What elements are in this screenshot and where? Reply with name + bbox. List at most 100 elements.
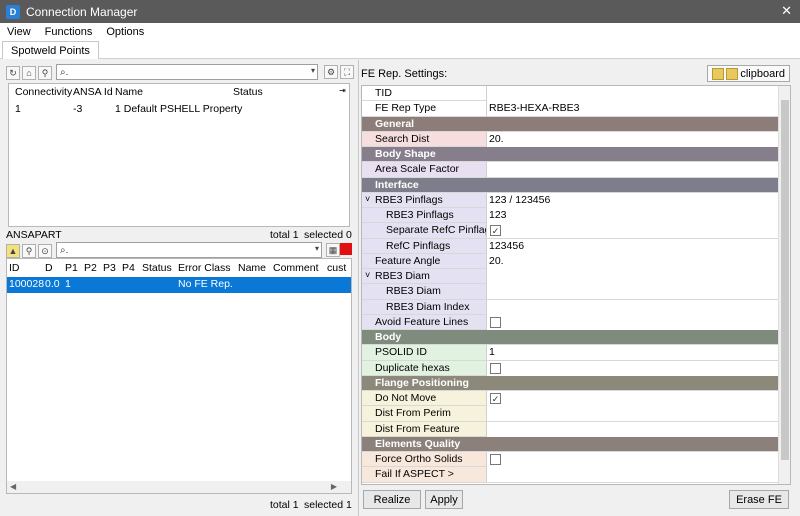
table-row[interactable]: 100028 0.0 1 No FE Rep. bbox=[7, 277, 351, 293]
setting-row[interactable]: Dist From Perim bbox=[362, 406, 790, 422]
scroll-right-icon[interactable]: ▶ bbox=[331, 482, 337, 491]
settings-icon[interactable]: ⚙ bbox=[324, 65, 338, 79]
col-p4[interactable]: P4 bbox=[122, 262, 135, 274]
setting-value[interactable]: 1 bbox=[486, 345, 778, 361]
vertical-scrollbar[interactable] bbox=[778, 86, 790, 484]
setting-label: Fail If ASPECT > bbox=[375, 468, 454, 481]
table-row[interactable]: 1 -3 1 Default PSHELL Property bbox=[9, 102, 349, 118]
find-icon[interactable]: ⊙ bbox=[38, 244, 52, 258]
setting-row[interactable]: PSOLID ID⌫1 bbox=[362, 345, 790, 361]
setting-checkbox[interactable]: ✓ bbox=[486, 223, 778, 239]
col-status[interactable]: Status bbox=[142, 262, 172, 274]
setting-checkbox[interactable] bbox=[486, 452, 778, 467]
col-status[interactable]: Status bbox=[233, 86, 263, 98]
erase-fe-button[interactable]: Erase FE bbox=[729, 490, 789, 509]
col-name[interactable]: Name bbox=[115, 86, 143, 98]
checkbox-icon[interactable] bbox=[490, 362, 501, 374]
setting-value[interactable] bbox=[486, 162, 778, 178]
setting-row[interactable]: TID bbox=[362, 86, 790, 102]
setting-value[interactable] bbox=[486, 406, 778, 422]
upper-search-input[interactable]: ⌕. ▾ bbox=[56, 64, 318, 80]
columns-icon[interactable]: ▦ bbox=[326, 243, 340, 257]
setting-value[interactable] bbox=[486, 86, 778, 101]
filter-icon[interactable]: ⛶ bbox=[340, 65, 354, 79]
realize-button[interactable]: Realize bbox=[363, 490, 421, 509]
col-p1[interactable]: P1 bbox=[65, 262, 78, 274]
upper-grid-header: Connectivity ANSA Id Name Status ⇥ bbox=[9, 85, 349, 101]
setting-row[interactable]: RBE3 Diam bbox=[362, 284, 790, 300]
stop-icon[interactable] bbox=[340, 243, 352, 255]
setting-row[interactable]: RefC Pinflags 123456 bbox=[362, 238, 790, 254]
zoom-icon[interactable]: ⚲ bbox=[22, 244, 36, 258]
setting-value[interactable] bbox=[486, 421, 778, 437]
refresh-icon[interactable]: ↻ bbox=[6, 66, 20, 80]
col-connectivity[interactable]: Connectivity bbox=[15, 86, 72, 98]
setting-value[interactable] bbox=[486, 299, 778, 315]
setting-row[interactable]: RBE3 Pinflags 123 bbox=[362, 208, 790, 224]
col-id[interactable]: ID bbox=[9, 262, 20, 274]
setting-value[interactable] bbox=[486, 269, 778, 284]
setting-row[interactable]: Dist From Feature bbox=[362, 421, 790, 437]
setting-row[interactable]: Feature Angle 20. bbox=[362, 253, 790, 269]
col-p3[interactable]: P3 bbox=[103, 262, 116, 274]
setting-checkbox[interactable] bbox=[486, 360, 778, 376]
menu-view[interactable]: View bbox=[0, 26, 38, 38]
col-p2[interactable]: P2 bbox=[84, 262, 97, 274]
checkbox-icon[interactable] bbox=[490, 316, 501, 328]
setting-row[interactable]: FE Rep Type RBE3-HEXA-RBE3 bbox=[362, 101, 790, 117]
column-menu-icon[interactable]: ⇥ bbox=[339, 86, 346, 95]
setting-row[interactable]: Force Ortho Solids bbox=[362, 452, 790, 468]
setting-value[interactable] bbox=[486, 284, 778, 300]
horizontal-scrollbar[interactable]: ◀ ▶ bbox=[7, 481, 351, 493]
setting-value[interactable] bbox=[486, 467, 778, 483]
lower-search-input[interactable]: ⌕. ▾ bbox=[56, 242, 322, 258]
setting-row[interactable]: RBE3 Diam Index bbox=[362, 299, 790, 315]
setting-value[interactable]: 123 / 123456 bbox=[486, 192, 778, 208]
menu-functions[interactable]: Functions bbox=[38, 26, 100, 38]
setting-value[interactable]: 20. bbox=[486, 253, 778, 269]
setting-row[interactable]: Area Scale Factor bbox=[362, 162, 790, 178]
setting-row[interactable]: Do Not Move ✓ bbox=[362, 391, 790, 407]
chevron-down-icon[interactable]: ˅ bbox=[365, 270, 370, 280]
setting-value[interactable]: 123456 bbox=[486, 238, 778, 254]
warning-icon[interactable]: ▲ bbox=[6, 244, 20, 258]
setting-value[interactable]: 20. bbox=[486, 131, 778, 147]
chevron-down-icon[interactable]: ˅ bbox=[365, 194, 370, 204]
close-icon[interactable]: ✕ bbox=[781, 3, 792, 19]
col-cust[interactable]: cust bbox=[327, 262, 346, 274]
lower-search-placeholder: ⌕. bbox=[60, 244, 69, 256]
menu-options[interactable]: Options bbox=[99, 26, 151, 38]
setting-row[interactable]: ˅ RBE3 Pinflags 123 / 123456 bbox=[362, 192, 790, 208]
setting-label: RefC Pinflags bbox=[386, 239, 451, 252]
tab-spotweld-points[interactable]: Spotweld Points bbox=[2, 41, 99, 59]
chevron-down-icon[interactable]: ▾ bbox=[311, 66, 315, 75]
col-error-class[interactable]: Error Class bbox=[178, 262, 231, 274]
setting-row[interactable]: Duplicate hexas bbox=[362, 360, 790, 376]
setting-checkbox[interactable] bbox=[486, 314, 778, 330]
chevron-down-icon[interactable]: ▾ bbox=[315, 244, 319, 253]
col-comment[interactable]: Comment bbox=[273, 262, 319, 274]
setting-value[interactable]: 123 bbox=[486, 208, 778, 223]
setting-row[interactable]: Search Dist 20. bbox=[362, 131, 790, 147]
setting-row[interactable]: Avoid Feature Lines bbox=[362, 314, 790, 330]
setting-row[interactable]: ˅ RBE3 Diam bbox=[362, 269, 790, 285]
scroll-thumb[interactable] bbox=[781, 100, 789, 460]
scroll-left-icon[interactable]: ◀ bbox=[10, 482, 16, 491]
setting-row[interactable]: Fail If ASPECT > bbox=[362, 467, 790, 483]
col-d[interactable]: D bbox=[45, 262, 53, 274]
section-header: Interface bbox=[362, 177, 790, 193]
clipboard-button[interactable]: clipboard bbox=[707, 65, 790, 82]
checkbox-checked-icon[interactable]: ✓ bbox=[490, 393, 501, 404]
zoom-icon[interactable]: ⚲ bbox=[38, 66, 52, 80]
home-icon[interactable]: ⌂ bbox=[22, 66, 36, 80]
col-ansa-id[interactable]: ANSA Id bbox=[73, 86, 113, 98]
checkbox-checked-icon[interactable]: ✓ bbox=[490, 225, 501, 237]
setting-label: RBE3 Diam bbox=[386, 285, 441, 298]
setting-row[interactable]: Separate RefC Pinflags ✓ bbox=[362, 223, 790, 239]
setting-checkbox[interactable]: ✓ bbox=[486, 391, 778, 406]
col-name[interactable]: Name bbox=[238, 262, 266, 274]
setting-value[interactable]: RBE3-HEXA-RBE3 bbox=[486, 101, 778, 117]
fe-settings-table: Fail If ASPECT > Force Ortho Solids Elemen… bbox=[361, 85, 791, 485]
apply-button[interactable]: Apply bbox=[425, 490, 463, 509]
checkbox-icon[interactable] bbox=[490, 454, 501, 465]
